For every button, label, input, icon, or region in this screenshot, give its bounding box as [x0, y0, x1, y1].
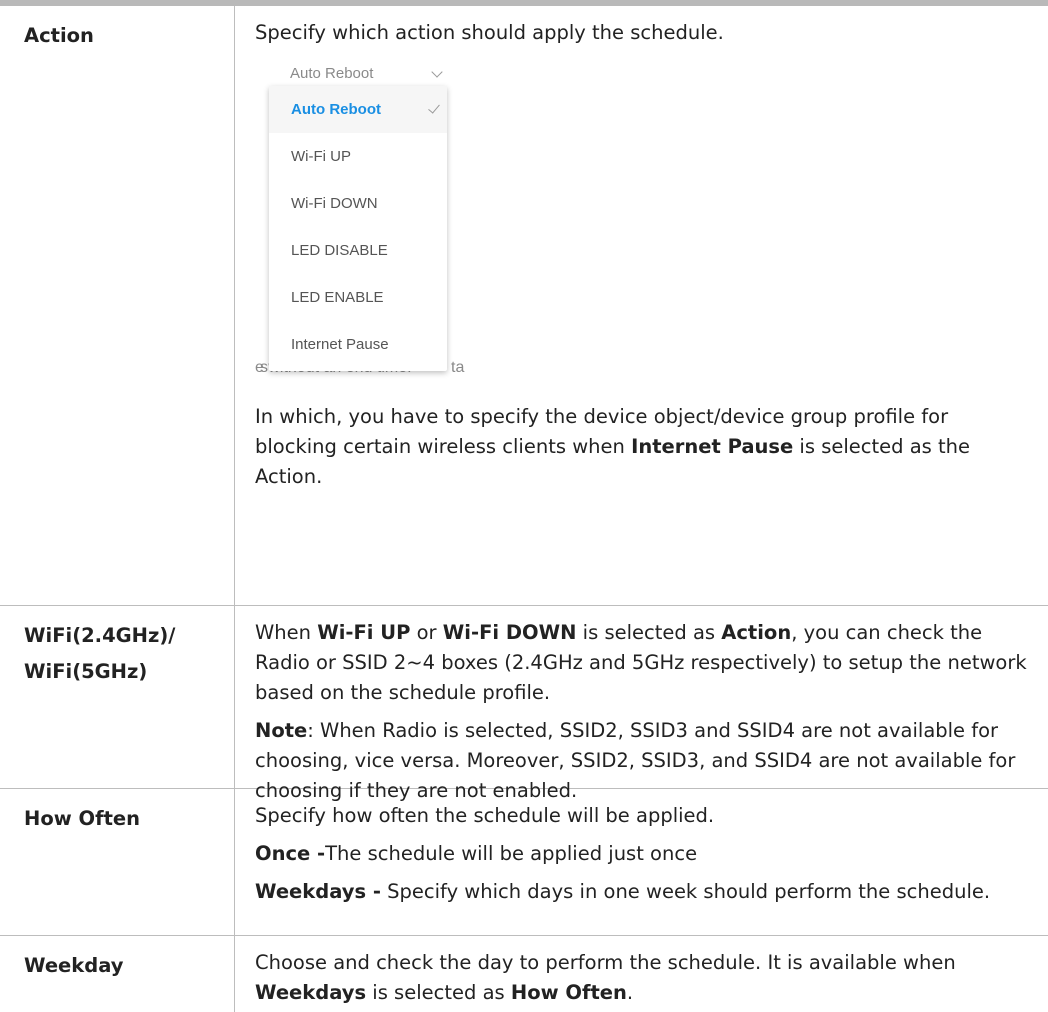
- bold-text-run: Action: [721, 621, 792, 644]
- row-label-wifi: WiFi(2.4GHz)/ WiFi(5GHz): [0, 606, 235, 788]
- bold-text-run: Note: [255, 719, 308, 742]
- dropdown-option-led-disable[interactable]: LED DISABLE: [269, 227, 447, 274]
- table-row-action: Action Specify which action should apply…: [0, 6, 1048, 606]
- row-label-how-often: How Often: [0, 789, 235, 935]
- table-row-weekday: Weekday Choose and check the day to perf…: [0, 936, 1048, 1012]
- text-run: is selected as: [576, 621, 722, 644]
- action-dropdown-menu: Auto Reboot Wi-Fi UP Wi-Fi DOWN LED DISA…: [269, 86, 447, 371]
- bold-text-run: Wi-Fi DOWN: [442, 621, 577, 644]
- bold-text-run: Weekdays: [255, 981, 367, 1004]
- how-often-weekdays: Weekdays - Specify which days in one wee…: [255, 877, 1028, 907]
- text-run: The schedule will be applied just once: [325, 842, 698, 865]
- row-desc-weekday: Choose and check the day to perform the …: [235, 936, 1048, 1012]
- text-run: is selected as: [366, 981, 511, 1004]
- table-row-wifi: WiFi(2.4GHz)/ WiFi(5GHz) When Wi-Fi UP o…: [0, 606, 1048, 802]
- action-dropdown-screenshot: sd s ta e without an end time. Auto Rebo…: [255, 56, 515, 386]
- bold-text-run: Weekdays -: [255, 880, 381, 903]
- text-run: Specify which days in one week should pe…: [380, 880, 991, 903]
- text-run: or: [410, 621, 443, 644]
- dropdown-option-led-enable[interactable]: LED ENABLE: [269, 274, 447, 321]
- row-desc-wifi: When Wi-Fi UP or Wi-Fi DOWN is selected …: [235, 606, 1048, 802]
- text-run: Choose and check the day to perform the …: [255, 951, 956, 974]
- bold-text-run: Once -: [255, 842, 326, 865]
- table-row-how-often: How Often Specify how often the schedule…: [0, 789, 1048, 936]
- option-label: Auto Reboot: [291, 100, 381, 118]
- text-run: .: [626, 981, 634, 1004]
- how-often-once: Once -The schedule will be applied just …: [255, 839, 1028, 869]
- bold-text-run: Wi-Fi UP: [317, 621, 411, 644]
- action-select-value: Auto Reboot: [290, 64, 374, 82]
- action-select[interactable]: Auto Reboot: [270, 61, 445, 87]
- wifi-paragraph: When Wi-Fi UP or Wi-Fi DOWN is selected …: [255, 618, 1028, 708]
- label-line: WiFi(2.4GHz)/: [24, 624, 176, 647]
- check-icon: [428, 101, 440, 114]
- parameter-table: Action Specify which action should apply…: [0, 0, 1048, 1012]
- how-often-intro: Specify how often the schedule will be a…: [255, 804, 715, 827]
- dropdown-option-wifi-down[interactable]: Wi-Fi DOWN: [269, 180, 447, 227]
- row-label-weekday: Weekday: [0, 936, 235, 1012]
- row-desc-action: Specify which action should apply the sc…: [235, 6, 1048, 605]
- action-followup-text: In which, you have to specify the device…: [255, 402, 1028, 492]
- bold-text-run: How Often: [510, 981, 627, 1004]
- dropdown-option-auto-reboot[interactable]: Auto Reboot: [269, 86, 447, 133]
- label-line: WiFi(5GHz): [24, 660, 148, 683]
- row-label-action: Action: [0, 6, 235, 605]
- weekday-text: Choose and check the day to perform the …: [255, 948, 1028, 1008]
- dropdown-option-internet-pause[interactable]: Internet Pause: [269, 321, 447, 368]
- chevron-down-icon: [431, 65, 443, 78]
- text-run: When: [255, 621, 318, 644]
- bold-text-run: Internet Pause: [631, 435, 794, 458]
- row-desc-how-often: Specify how often the schedule will be a…: [235, 789, 1048, 935]
- action-intro-text: Specify which action should apply the sc…: [255, 21, 724, 44]
- dropdown-option-wifi-up[interactable]: Wi-Fi UP: [269, 133, 447, 180]
